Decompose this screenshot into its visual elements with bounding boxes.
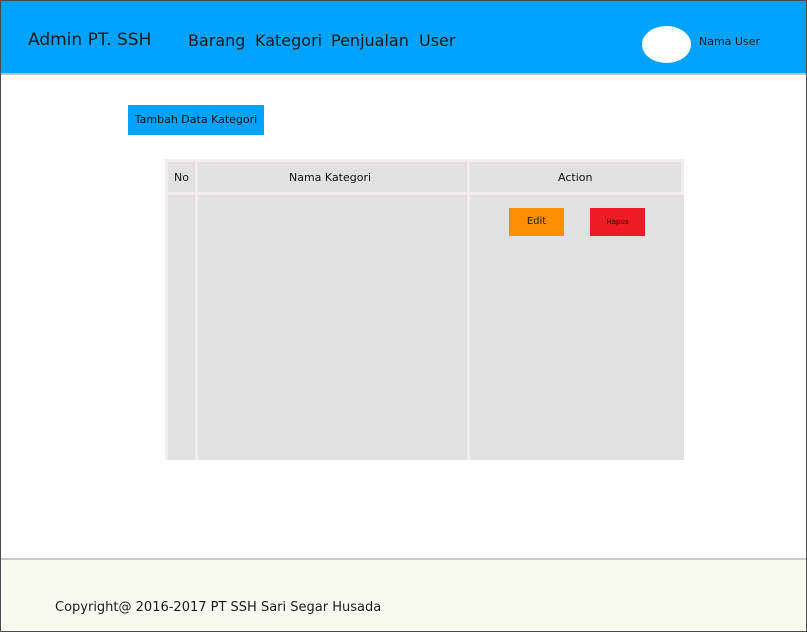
user-name-label[interactable]: Nama User (699, 35, 760, 48)
brand-title: Admin PT. SSH (28, 30, 152, 50)
footer: Copyright@ 2016-2017 PT SSH Sari Segar H… (1, 558, 806, 631)
table-cell-action (470, 195, 684, 460)
column-header-name-label: Nama Kategori (289, 171, 372, 184)
edit-button[interactable]: Edit (509, 208, 564, 236)
nav-item-barang[interactable]: Barang (188, 31, 245, 50)
table-cell-name (198, 195, 467, 460)
copyright-text: Copyright@ 2016-2017 PT SSH Sari Segar H… (55, 600, 382, 615)
nav-item-kategori[interactable]: Kategori (255, 31, 322, 50)
column-header-action-label: Action (558, 171, 593, 184)
nav-item-penjualan[interactable]: Penjualan (331, 31, 409, 50)
add-category-button[interactable]: Tambah Data Kategori (128, 105, 264, 135)
avatar[interactable] (642, 26, 691, 63)
top-navbar: Admin PT. SSH Barang Kategori Penjualan … (1, 1, 806, 75)
delete-button[interactable]: Hapus (590, 208, 645, 236)
table-cell-no (168, 195, 195, 460)
nav-item-user[interactable]: User (419, 31, 455, 50)
category-table: No Nama Kategori Action (165, 159, 684, 460)
column-header-name: Nama Kategori (198, 162, 467, 192)
app-window: Admin PT. SSH Barang Kategori Penjualan … (0, 0, 807, 632)
column-header-no: No (168, 162, 195, 192)
column-header-action: Action (470, 162, 681, 192)
column-header-no-label: No (174, 171, 189, 184)
